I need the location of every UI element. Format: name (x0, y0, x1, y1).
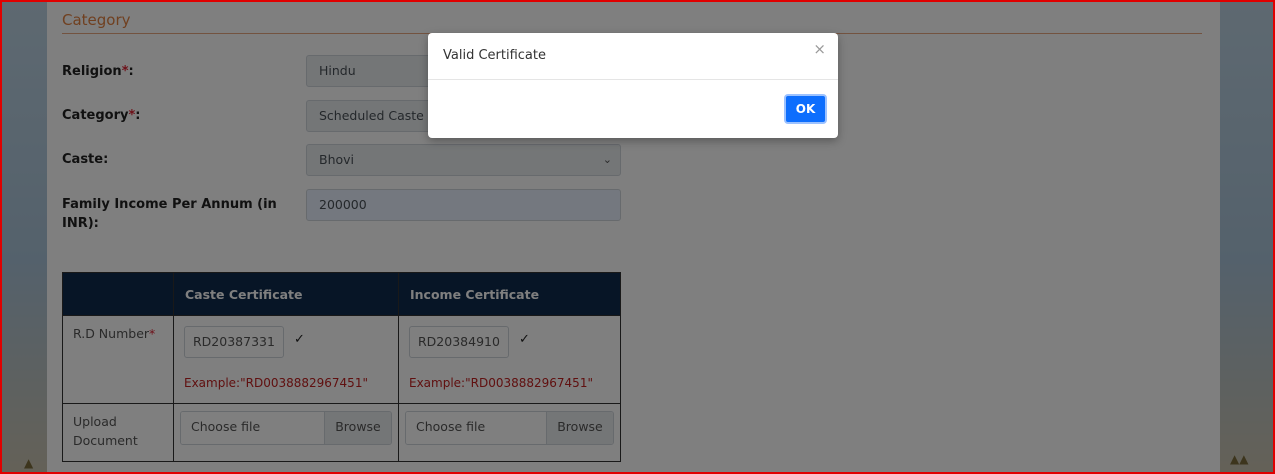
ok-button[interactable]: OK (784, 94, 827, 124)
close-icon[interactable]: × (813, 40, 826, 58)
valid-certificate-dialog: Valid Certificate × OK (428, 33, 838, 138)
dialog-header: Valid Certificate × (428, 33, 838, 80)
dialog-title: Valid Certificate (443, 48, 546, 63)
